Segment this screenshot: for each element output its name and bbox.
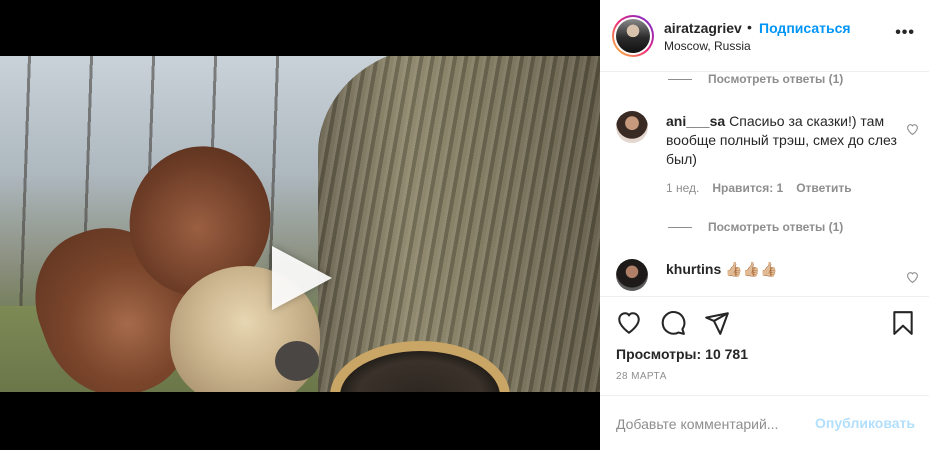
more-options-icon[interactable]: ••• bbox=[895, 24, 915, 42]
header-separator: • bbox=[747, 19, 752, 35]
avatar[interactable] bbox=[612, 15, 654, 57]
post-actions bbox=[600, 296, 929, 350]
add-comment-section: Опубликовать bbox=[600, 395, 929, 450]
video-frame[interactable] bbox=[0, 56, 600, 392]
post-details-panel: airatzagriev • Подписаться Moscow, Russi… bbox=[600, 0, 929, 450]
comment-username[interactable]: khurtins bbox=[666, 261, 721, 277]
comments-list[interactable]: Посмотреть ответы (1) ani___sa Спасиьо за… bbox=[600, 72, 929, 296]
view-replies-label: Посмотреть ответы (1) bbox=[708, 72, 844, 86]
play-button[interactable] bbox=[262, 238, 342, 318]
comment-avatar[interactable] bbox=[616, 259, 648, 291]
comment-input[interactable] bbox=[616, 414, 812, 434]
view-count[interactable]: Просмотры: 10 781 bbox=[616, 346, 748, 362]
share-icon[interactable] bbox=[704, 310, 730, 336]
post-date[interactable]: 28 марта bbox=[616, 371, 667, 382]
view-replies-button[interactable]: Посмотреть ответы (1) bbox=[668, 220, 843, 234]
comment-like-icon[interactable] bbox=[906, 271, 919, 283]
replies-line bbox=[668, 78, 692, 80]
puppet-nose bbox=[275, 341, 319, 381]
bookmark-icon[interactable] bbox=[890, 310, 916, 336]
heart-icon[interactable] bbox=[616, 310, 642, 336]
post-media[interactable] bbox=[0, 0, 600, 450]
comment-like-icon[interactable] bbox=[906, 123, 919, 135]
follow-button[interactable]: Подписаться bbox=[759, 20, 851, 36]
comment-likes[interactable]: Нравится: 1 bbox=[712, 181, 783, 195]
comment-text: 👍🏼👍🏼👍🏼 bbox=[725, 261, 778, 277]
view-count-label: Просмотры: bbox=[616, 346, 702, 362]
view-replies-label: Посмотреть ответы (1) bbox=[708, 220, 844, 234]
comment-username[interactable]: ani___sa bbox=[666, 113, 725, 129]
post-header: airatzagriev • Подписаться Moscow, Russi… bbox=[600, 0, 929, 72]
reply-button[interactable]: Ответить bbox=[796, 181, 851, 195]
comment-meta: 1 нед. Нравится: 1 Ответить bbox=[666, 181, 852, 195]
publish-button[interactable]: Опубликовать bbox=[815, 415, 915, 431]
tree-trunk bbox=[318, 56, 600, 392]
comment-body: ani___sa Спасиьо за сказки!) там вообще п… bbox=[666, 112, 902, 169]
comment-avatar[interactable] bbox=[616, 111, 648, 143]
replies-line bbox=[668, 226, 692, 228]
view-replies-button[interactable]: Посмотреть ответы (1) bbox=[668, 72, 843, 86]
avatar-image bbox=[616, 19, 650, 53]
post-location[interactable]: Moscow, Russia bbox=[664, 39, 751, 53]
author-username[interactable]: airatzagriev bbox=[664, 20, 742, 36]
comment-body: khurtins 👍🏼👍🏼👍🏼 bbox=[666, 260, 902, 279]
view-count-value: 10 781 bbox=[705, 346, 748, 362]
comment-icon[interactable] bbox=[660, 310, 686, 336]
comment-time[interactable]: 1 нед. bbox=[666, 181, 699, 195]
